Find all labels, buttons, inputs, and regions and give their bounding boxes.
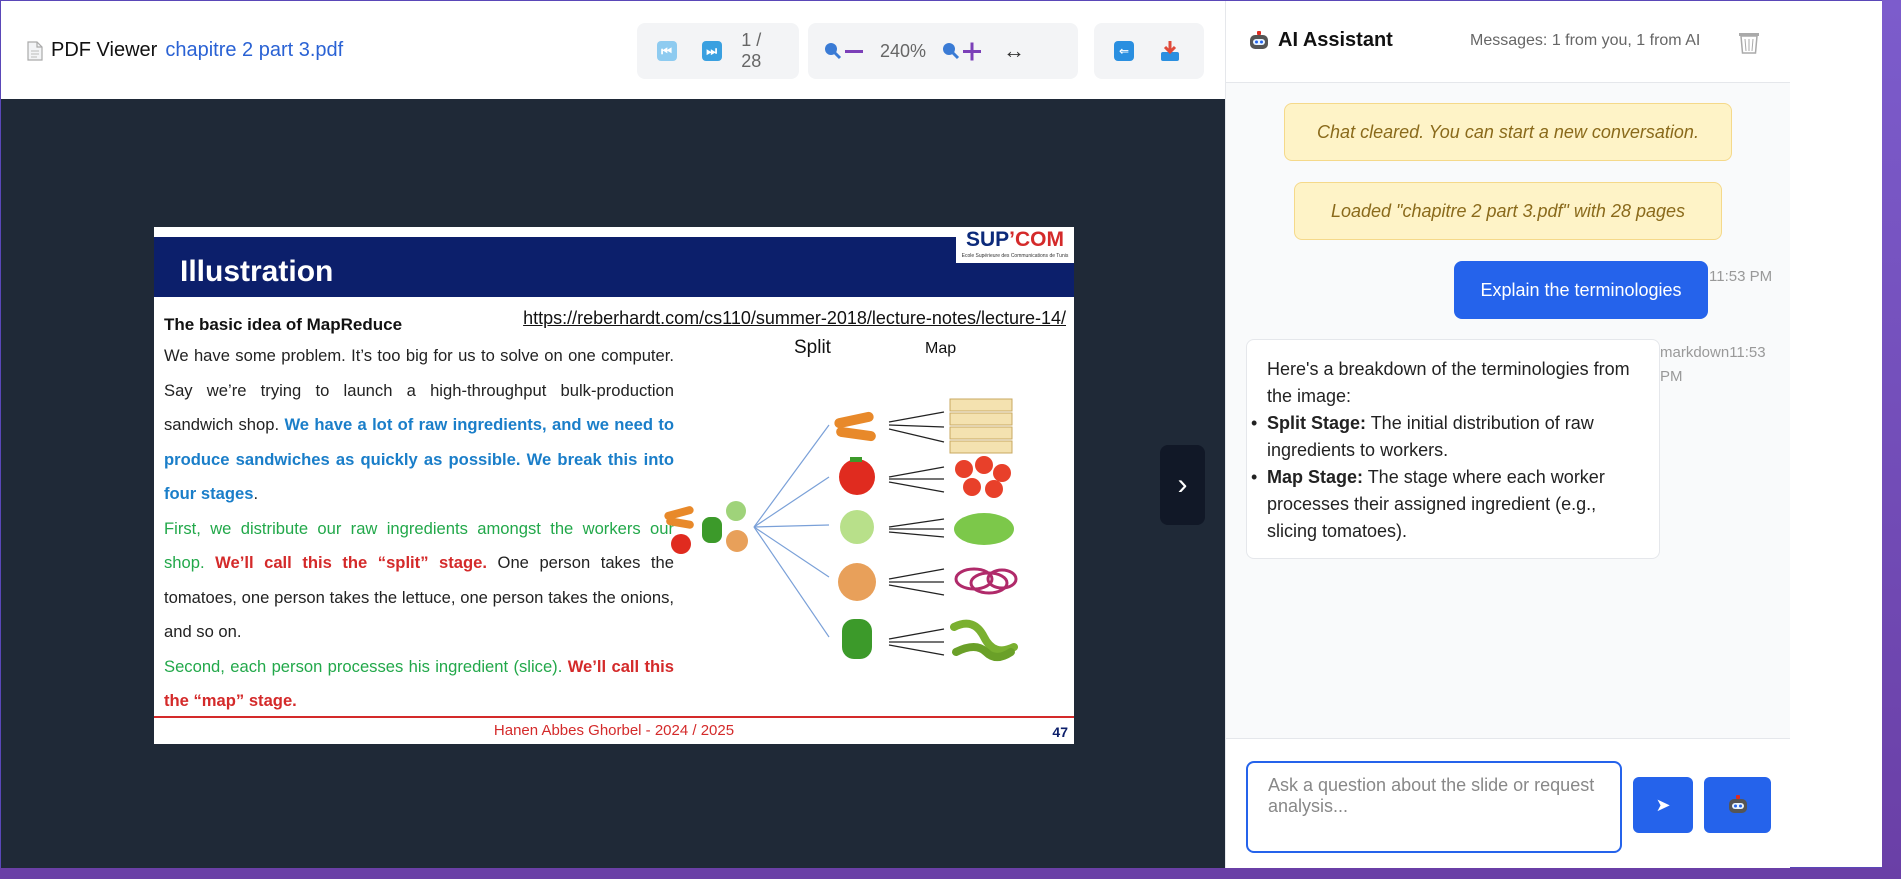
list-item: Map Stage: The stage where each worker p… [1251,464,1639,545]
window-edge-bottom [0,868,1882,879]
slide-subtitle: The basic idea of MapReduce [164,315,403,334]
user-message: Explain the terminologies [1454,261,1708,319]
zoom-out-icon [825,43,863,60]
last-page-button[interactable]: ⏭ [696,35,727,67]
zoom-controls: 240% ↔ [808,23,1078,79]
slide-url[interactable]: https://reberhardt.com/cs110/summer-2018… [523,308,1066,329]
document-icon [27,40,43,61]
user-message-time: 11:53 PM [1709,268,1773,285]
logo-main: SUP [965,228,1010,251]
arrow-left-icon: ⇐ [1114,41,1134,61]
ai-meta-line1: markdown11:53 [1660,344,1766,361]
slide-footer-line [154,716,1074,718]
chat-title-text: AI Assistant [1278,29,1393,51]
last-page-icon: ⏭ [701,41,722,61]
chevron-right-icon: › [1177,468,1188,501]
robot-icon [1250,30,1268,49]
pdf-canvas[interactable]: Illustration SUP’COM Ecole Supérieure de… [1,99,1225,869]
p1-end: . [253,484,259,503]
ai-meta-line2: PM [1660,368,1683,385]
p3-green: Second, each person processes his ingred… [164,656,568,676]
zoom-in-button[interactable] [940,35,984,67]
extra-tools: ⇐ [1094,23,1204,79]
fit-width-button[interactable]: ↔ [998,35,1030,67]
chat-messages[interactable]: Chat cleared. You can start a new conver… [1226,83,1790,738]
logo-accent: ’COM [1009,228,1064,251]
map-arrows [888,411,945,656]
next-page-button[interactable]: › [1160,445,1205,525]
first-page-icon: ⏮ [656,41,677,61]
download-button[interactable] [1154,35,1186,67]
send-button[interactable]: ➤ [1633,777,1693,833]
slide-page-number: 47 [1052,724,1068,740]
slide-body: We have some problem. It’s too big for u… [164,339,674,719]
chat-input[interactable] [1246,761,1622,853]
ai-message-meta: markdown11:53 PM [1660,341,1766,389]
list-item: Split Stage: The initial distribution of… [1251,410,1639,464]
fit-width-icon: ↔ [1003,38,1026,63]
mapreduce-diagram [664,398,1018,661]
trash-icon [1739,33,1759,54]
window-edge [1882,0,1901,879]
split-ingredients [834,411,876,659]
file-name: chapitre 2 part 3.pdf [165,39,344,61]
app-window: PDF Viewer chapitre 2 part 3.pdf ⏮ ⏭ 1 /… [0,0,1882,869]
pdf-page: Illustration SUP’COM Ecole Supérieure de… [154,227,1074,744]
zoom-out-button[interactable] [822,35,866,67]
slide-footer: Hanen Abbes Ghorbel - 2024 / 2025 [493,722,735,739]
term: Split Stage: [1267,413,1367,433]
zoom-in-icon [943,42,982,61]
system-message: Loaded "chapitre 2 part 3.pdf" with 28 p… [1294,182,1722,240]
logo-subtitle: Ecole Supérieure des Communications de T… [961,253,1069,259]
robot-icon [1728,795,1747,813]
send-icon: ➤ [1655,794,1671,815]
app-label: PDF Viewer [51,39,158,61]
page-indicator: 1 / 28 [741,30,762,71]
p2-red: We’ll call this the “split” stage. [215,553,487,572]
term: Map Stage: [1267,467,1364,487]
split-arrows [753,424,830,638]
slide-title: Illustration [180,255,334,288]
first-page-button[interactable]: ⏮ [651,35,682,67]
zoom-level: 240% [880,40,927,61]
viewer-title: PDF Viewer chapitre 2 part 3.pdf [27,39,343,62]
ai-intro: Here's a breakdown of the terminologies … [1267,359,1630,406]
back-button[interactable]: ⇐ [1108,35,1140,67]
viewer-toolbar: PDF Viewer chapitre 2 part 3.pdf ⏮ ⏭ 1 /… [1,1,1225,99]
chat-title: AI Assistant [1248,29,1393,52]
message-count: Messages: 1 from you, 1 from AI [1470,32,1701,49]
raw-ingredients-icon [664,501,748,554]
ai-list: Split Stage: The initial distribution of… [1251,410,1639,545]
ai-analyze-button[interactable] [1704,777,1771,833]
map-label: Map [925,340,957,357]
chat-header: AI Assistant Messages: 1 from you, 1 fro… [1226,1,1790,83]
download-icon [1161,41,1179,61]
ai-message: Here's a breakdown of the terminologies … [1246,339,1660,559]
system-message: Chat cleared. You can start a new conver… [1284,103,1732,161]
clear-chat-button[interactable] [1738,30,1760,59]
chat-input-area: ➤ [1226,738,1790,869]
pdf-viewer: PDF Viewer chapitre 2 part 3.pdf ⏮ ⏭ 1 /… [1,1,1225,869]
page-navigation: ⏮ ⏭ 1 / 28 [637,23,799,79]
split-label: Split [794,337,831,358]
supcom-logo: SUP’COM Ecole Supérieure des Communicati… [956,227,1074,263]
mapped-ingredients [949,398,1018,661]
ai-assistant-panel: AI Assistant Messages: 1 from you, 1 fro… [1225,1,1790,869]
